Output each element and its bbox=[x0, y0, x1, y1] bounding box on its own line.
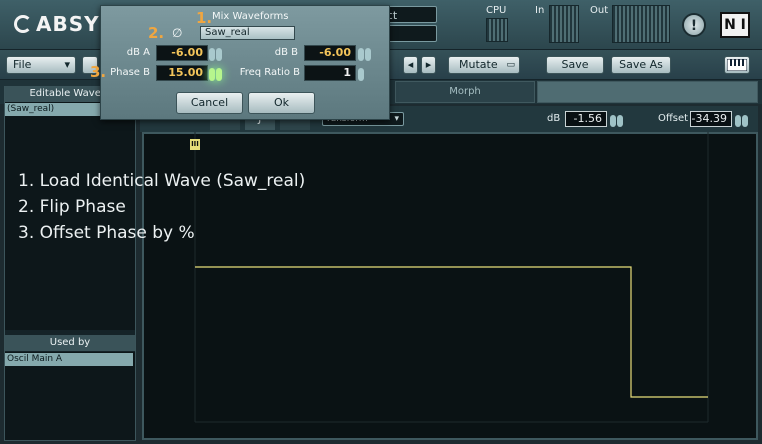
tab-wave-active[interactable] bbox=[537, 81, 758, 103]
freq-ratio-label: Freq Ratio B bbox=[239, 67, 300, 78]
callout-number-2: 2. bbox=[148, 24, 165, 42]
in-label: In bbox=[535, 5, 545, 16]
native-instruments-logo: N I bbox=[720, 12, 750, 38]
db-spinner-icon[interactable] bbox=[610, 112, 624, 127]
waveform-select[interactable]: Saw_real bbox=[200, 26, 295, 40]
freq-ratio-spinner-icon[interactable] bbox=[358, 66, 365, 85]
keyboard-glyph bbox=[726, 58, 748, 72]
phase-b-field[interactable]: 15.00 bbox=[156, 65, 208, 81]
save-as-button[interactable]: Save As bbox=[611, 56, 671, 74]
cpu-meter bbox=[486, 18, 508, 42]
out-label: Out bbox=[590, 5, 609, 16]
db-b-label: dB B bbox=[274, 47, 298, 58]
db-b-spinner-icon[interactable] bbox=[358, 46, 372, 65]
waveform-line bbox=[195, 266, 708, 398]
dropdown-arrow-icon: ▾ bbox=[64, 58, 70, 71]
phase-b-label: Phase B bbox=[110, 67, 150, 78]
phase-b-spinner-icon[interactable] bbox=[209, 66, 223, 85]
exclamation-icon[interactable]: ! bbox=[682, 13, 706, 37]
piano-keyboard-icon[interactable] bbox=[724, 56, 750, 74]
offset-field[interactable]: -34.39 bbox=[690, 111, 732, 127]
mutate-button[interactable]: Mutate ▭ bbox=[448, 56, 520, 74]
cancel-button[interactable]: Cancel bbox=[176, 92, 243, 114]
db-a-spinner-icon[interactable] bbox=[209, 46, 223, 65]
db-label: dB bbox=[547, 113, 561, 124]
db-b-field[interactable]: -6.00 bbox=[304, 45, 356, 61]
file-menu-button[interactable]: File ▾ bbox=[6, 56, 76, 74]
absynth-logo-icon bbox=[14, 15, 32, 33]
offset-spinner-icon[interactable] bbox=[735, 112, 749, 127]
loop-marker[interactable]: III bbox=[190, 139, 200, 150]
db-field[interactable]: -1.56 bbox=[565, 111, 607, 127]
db-a-field[interactable]: -6.00 bbox=[156, 45, 208, 61]
freq-ratio-field[interactable]: 1 bbox=[304, 65, 356, 81]
used-by-title: Used by bbox=[5, 335, 135, 351]
callout-number-1: 1. bbox=[196, 9, 213, 27]
mix-waveforms-dialog bbox=[100, 5, 390, 120]
file-menu-label: File bbox=[13, 58, 32, 71]
dialog-title: Mix Waveforms bbox=[212, 11, 289, 22]
mutate-options-icon: ▭ bbox=[506, 60, 515, 70]
input-meter bbox=[549, 5, 579, 43]
annotation-line-2: 2. Flip Phase bbox=[18, 197, 126, 217]
list-item[interactable]: Oscil Main A bbox=[5, 353, 133, 366]
chevron-right-icon[interactable]: ▸ bbox=[421, 56, 436, 74]
tab-morph[interactable]: Morph bbox=[395, 81, 535, 103]
mutate-label: Mutate bbox=[459, 58, 498, 71]
output-meter bbox=[612, 5, 670, 43]
chevron-left-icon[interactable]: ◂ bbox=[403, 56, 418, 74]
offset-label: Offset bbox=[658, 113, 689, 124]
callout-number-3: 3. bbox=[90, 63, 107, 81]
ok-button[interactable]: Ok bbox=[248, 92, 315, 114]
annotation-line-1: 1. Load Identical Wave (Saw_real) bbox=[18, 171, 306, 191]
annotation-line-3: 3. Offset Phase by % bbox=[18, 223, 195, 243]
db-a-label: dB A bbox=[126, 47, 150, 58]
phase-invert-icon[interactable]: ∅ bbox=[172, 26, 186, 40]
cpu-label: CPU bbox=[486, 5, 507, 16]
dropdown-arrow-icon: ▾ bbox=[394, 114, 399, 124]
save-button[interactable]: Save bbox=[546, 56, 604, 74]
